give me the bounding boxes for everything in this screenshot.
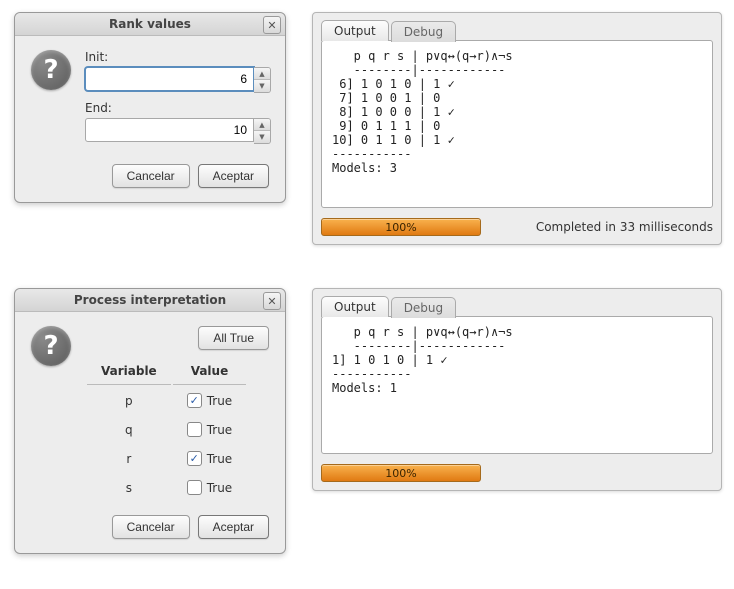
init-input[interactable]	[85, 67, 254, 91]
tab-debug[interactable]: Debug	[391, 21, 456, 42]
checkbox[interactable]: ✓	[187, 451, 202, 466]
process-interpretation-dialog: Process interpretation ✕ ? All True Vari…	[14, 288, 286, 554]
close-icon[interactable]: ✕	[263, 292, 281, 310]
col-variable: Variable	[87, 358, 171, 385]
button-row: Cancelar Aceptar	[15, 164, 285, 202]
checkbox-label: True	[207, 423, 233, 437]
variable-value-cell: True	[173, 416, 247, 443]
checkbox-label: True	[207, 481, 233, 495]
tab-strip: Output Debug	[313, 13, 721, 40]
progress-label: 100%	[385, 221, 416, 234]
form-area: All True Variable Value p ✓ True q True r ✓ Tru…	[85, 326, 269, 503]
progress-label: 100%	[385, 467, 416, 480]
end-label: End:	[85, 101, 271, 115]
init-spinner[interactable]: ▲ ▼	[254, 67, 271, 93]
status-row: 100% Completed in 33 milliseconds	[313, 214, 721, 244]
table-row: p ✓ True	[87, 387, 246, 414]
accept-button[interactable]: Aceptar	[198, 164, 269, 188]
tab-debug[interactable]: Debug	[391, 297, 456, 318]
all-true-button[interactable]: All True	[198, 326, 269, 350]
dialog-body: ? All True Variable Value p ✓ True q True r ✓ T…	[15, 312, 285, 515]
rank-values-dialog: Rank values ✕ ? Init: ▲ ▼ End:	[14, 12, 286, 203]
table-row: r ✓ True	[87, 445, 246, 472]
tab-output[interactable]: Output	[321, 20, 389, 41]
accept-button[interactable]: Aceptar	[198, 515, 269, 539]
cancel-button[interactable]: Cancelar	[112, 515, 190, 539]
titlebar: Rank values ✕	[15, 13, 285, 36]
progress-bar: 100%	[321, 464, 481, 482]
variable-name: p	[87, 387, 171, 414]
checkbox-label: True	[207, 394, 233, 408]
spinner-up-icon[interactable]: ▲	[254, 119, 270, 131]
close-icon[interactable]: ✕	[263, 16, 281, 34]
cancel-button[interactable]: Cancelar	[112, 164, 190, 188]
help-icon: ?	[31, 326, 71, 366]
status-text: Completed in 33 milliseconds	[536, 220, 713, 234]
variable-value-cell: ✓ True	[173, 445, 247, 472]
output-text: p q r s | p∨q↔(q→r)∧¬s --------|--------…	[321, 316, 713, 454]
init-label: Init:	[85, 50, 271, 64]
progress-bar: 100%	[321, 218, 481, 236]
tab-output[interactable]: Output	[321, 296, 389, 317]
variable-name: r	[87, 445, 171, 472]
dialog-title: Process interpretation	[74, 293, 226, 307]
checkbox[interactable]: ✓	[187, 393, 202, 408]
output-text: p q r s | p∨q↔(q→r)∧¬s --------|--------…	[321, 40, 713, 208]
dialog-body: ? Init: ▲ ▼ End: ▲ ▼	[15, 36, 285, 164]
variable-value-cell: ✓ True	[173, 387, 247, 414]
spinner-up-icon[interactable]: ▲	[254, 68, 270, 80]
variable-name: q	[87, 416, 171, 443]
table-row: q True	[87, 416, 246, 443]
variable-name: s	[87, 474, 171, 501]
end-input[interactable]	[85, 118, 254, 142]
form-area: Init: ▲ ▼ End: ▲ ▼	[85, 50, 271, 152]
button-row: Cancelar Aceptar	[15, 515, 285, 553]
help-icon: ?	[31, 50, 71, 90]
variable-table: Variable Value p ✓ True q True r ✓ True s True	[85, 356, 248, 503]
col-value: Value	[173, 358, 247, 385]
checkbox[interactable]	[187, 480, 202, 495]
checkbox-label: True	[207, 452, 233, 466]
variable-value-cell: True	[173, 474, 247, 501]
checkbox[interactable]	[187, 422, 202, 437]
table-row: s True	[87, 474, 246, 501]
spinner-down-icon[interactable]: ▼	[254, 80, 270, 92]
titlebar: Process interpretation ✕	[15, 289, 285, 312]
status-row: 100%	[313, 460, 721, 490]
end-spinner[interactable]: ▲ ▼	[254, 118, 271, 144]
output-panel-top: Output Debug p q r s | p∨q↔(q→r)∧¬s ----…	[312, 12, 722, 245]
output-panel-bottom: Output Debug p q r s | p∨q↔(q→r)∧¬s ----…	[312, 288, 722, 491]
dialog-title: Rank values	[109, 17, 191, 31]
tab-strip: Output Debug	[313, 289, 721, 316]
spinner-down-icon[interactable]: ▼	[254, 131, 270, 143]
